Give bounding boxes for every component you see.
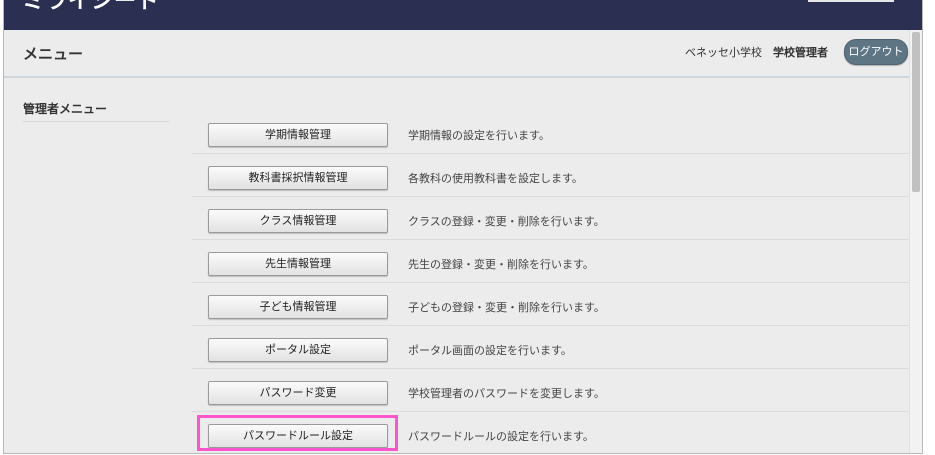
menu-description: 子どもの登録・変更・削除を行います。 [408,301,605,314]
menu-row-password-rule: パスワードルール設定 パスワードルールの設定を行います。 [192,411,922,453]
app-window: ミライシード メニュー ベネッセ小学校 学校管理者 ログアウト 管理者メニュー … [3,0,923,454]
portal-settings-button[interactable]: ポータル設定 [208,338,388,362]
menu-row-textbook: 教科書採択情報管理 各教科の使用教科書を設定します。 [192,153,922,197]
menu-row-password: パスワード変更 学校管理者のパスワードを変更します。 [192,368,922,412]
textbook-adoption-button[interactable]: 教科書採択情報管理 [208,166,388,190]
password-change-button[interactable]: パスワード変更 [208,381,388,405]
menu-row-student: 子ども情報管理 子どもの登録・変更・削除を行います。 [192,282,922,326]
menu-description: 各教科の使用教科書を設定します。 [408,172,583,185]
password-rule-button[interactable]: パスワードルール設定 [208,424,388,448]
class-info-button[interactable]: クラス情報管理 [208,209,388,233]
page-header: メニュー ベネッセ小学校 学校管理者 ログアウト [4,30,922,78]
menu-row-portal: ポータル設定 ポータル画面の設定を行います。 [192,325,922,369]
school-name: ベネッセ小学校 [685,46,762,59]
scrollbar-thumb[interactable] [912,32,920,192]
menu-description: 学校管理者のパスワードを変更します。 [408,387,605,400]
user-role: 学校管理者 [773,46,828,59]
menu-description: 先生の登録・変更・削除を行います。 [408,258,594,271]
app-logo: ミライシード [22,0,161,14]
top-bar: ミライシード [4,0,922,30]
menu-description: クラスの登録・変更・削除を行います。 [408,215,605,228]
teacher-info-button[interactable]: 先生情報管理 [208,252,388,276]
menu-row-teacher: 先生情報管理 先生の登録・変更・削除を行います。 [192,239,922,283]
sidebar-title: 管理者メニュー [23,100,169,122]
menu-row-term: 学期情報管理 学期情報の設定を行います。 [192,110,922,154]
vertical-scrollbar[interactable] [909,30,922,453]
menu-description: パスワードルールの設定を行います。 [408,430,594,443]
logout-button[interactable]: ログアウト [844,39,908,65]
page-title: メニュー [23,45,84,63]
term-info-button[interactable]: 学期情報管理 [208,123,388,147]
topbar-divider [808,0,894,2]
menu-description: ポータル画面の設定を行います。 [408,344,572,357]
menu-description: 学期情報の設定を行います。 [408,129,550,142]
menu-row-class: クラス情報管理 クラスの登録・変更・削除を行います。 [192,196,922,240]
student-info-button[interactable]: 子ども情報管理 [208,295,388,319]
